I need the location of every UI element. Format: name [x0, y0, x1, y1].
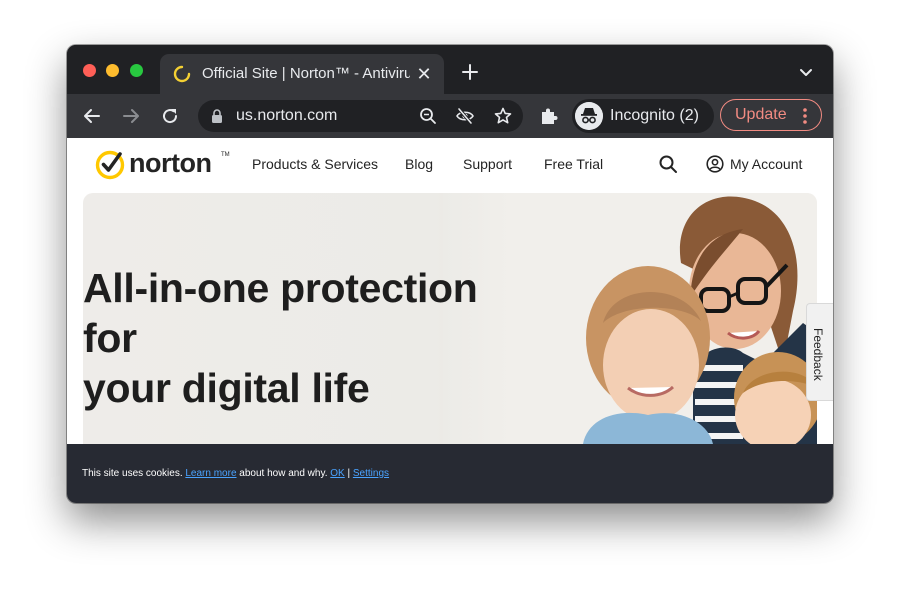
headline-line-3: your digital life: [83, 365, 370, 411]
nav-support[interactable]: Support: [463, 156, 512, 172]
maximize-window-button[interactable]: [130, 64, 143, 77]
zoom-icon[interactable]: [419, 107, 437, 125]
my-account-link[interactable]: My Account: [706, 154, 816, 176]
logo-trademark: TM: [221, 152, 230, 158]
site-header: norton TM Products & Services Blog Suppo…: [67, 138, 833, 193]
more-vertical-icon[interactable]: [803, 107, 807, 125]
learn-more-link[interactable]: Learn more: [185, 468, 236, 479]
eye-slash-icon[interactable]: [456, 107, 474, 125]
loading-spinner-icon: [173, 65, 191, 83]
feedback-tab[interactable]: Feedback: [806, 303, 833, 401]
lock-icon[interactable]: [211, 109, 223, 123]
headline-line-1: All-in-one protection: [83, 265, 478, 311]
ok-link[interactable]: OK: [330, 468, 344, 479]
browser-toolbar: us.norton.com Incognito (2) Update: [67, 94, 833, 138]
search-icon[interactable]: [658, 154, 678, 174]
browser-window: Official Site | Norton™ - Antivirus ✕ us…: [67, 45, 833, 503]
nav-free-trial[interactable]: Free Trial: [544, 156, 603, 172]
norton-logo[interactable]: norton TM: [95, 148, 230, 182]
user-circle-icon: [706, 155, 724, 173]
incognito-profile-button[interactable]: Incognito (2): [572, 99, 714, 133]
cookie-middle: about how and why.: [236, 468, 331, 479]
norton-check-icon: [95, 150, 125, 180]
incognito-icon: [575, 102, 603, 130]
logo-wordmark: norton: [129, 148, 212, 178]
tab-title: Official Site | Norton™ - Antivirus: [202, 65, 410, 82]
nav-products-services[interactable]: Products & Services: [252, 156, 378, 172]
update-label: Update: [735, 106, 787, 123]
address-bar[interactable]: us.norton.com: [198, 100, 523, 132]
star-bookmark-icon[interactable]: [494, 107, 512, 125]
cookie-banner: This site uses cookies. Learn more about…: [67, 444, 833, 503]
chevron-down-icon[interactable]: [798, 67, 814, 79]
new-tab-icon[interactable]: [460, 62, 480, 82]
incognito-label: Incognito (2): [610, 107, 699, 124]
settings-link[interactable]: Settings: [353, 468, 389, 479]
reload-icon[interactable]: [159, 105, 181, 127]
web-page: norton TM Products & Services Blog Suppo…: [67, 138, 833, 503]
my-account-label: My Account: [730, 156, 803, 172]
cookie-message: This site uses cookies. Learn more about…: [82, 468, 389, 479]
close-window-button[interactable]: [83, 64, 96, 77]
cookie-separator: |: [344, 468, 353, 479]
headline-line-2: for: [83, 315, 137, 361]
url-text[interactable]: us.norton.com: [236, 107, 337, 125]
close-tab-icon[interactable]: ✕: [416, 65, 432, 83]
cookie-prefix: This site uses cookies.: [82, 468, 186, 479]
minimize-window-button[interactable]: [106, 64, 119, 77]
back-arrow-icon[interactable]: [81, 105, 103, 127]
tab-norton[interactable]: Official Site | Norton™ - Antivirus ✕: [160, 54, 444, 94]
update-button[interactable]: Update: [720, 99, 822, 131]
tab-strip: Official Site | Norton™ - Antivirus ✕: [67, 45, 833, 94]
nav-blog[interactable]: Blog: [405, 156, 433, 172]
forward-arrow-icon[interactable]: [120, 105, 142, 127]
feedback-label: Feedback: [811, 328, 825, 381]
hero-banner: All-in-one protection for your digital l…: [83, 193, 817, 444]
puzzle-extensions-icon[interactable]: [539, 106, 559, 126]
hero-headline: All-in-one protection for your digital l…: [83, 263, 523, 413]
